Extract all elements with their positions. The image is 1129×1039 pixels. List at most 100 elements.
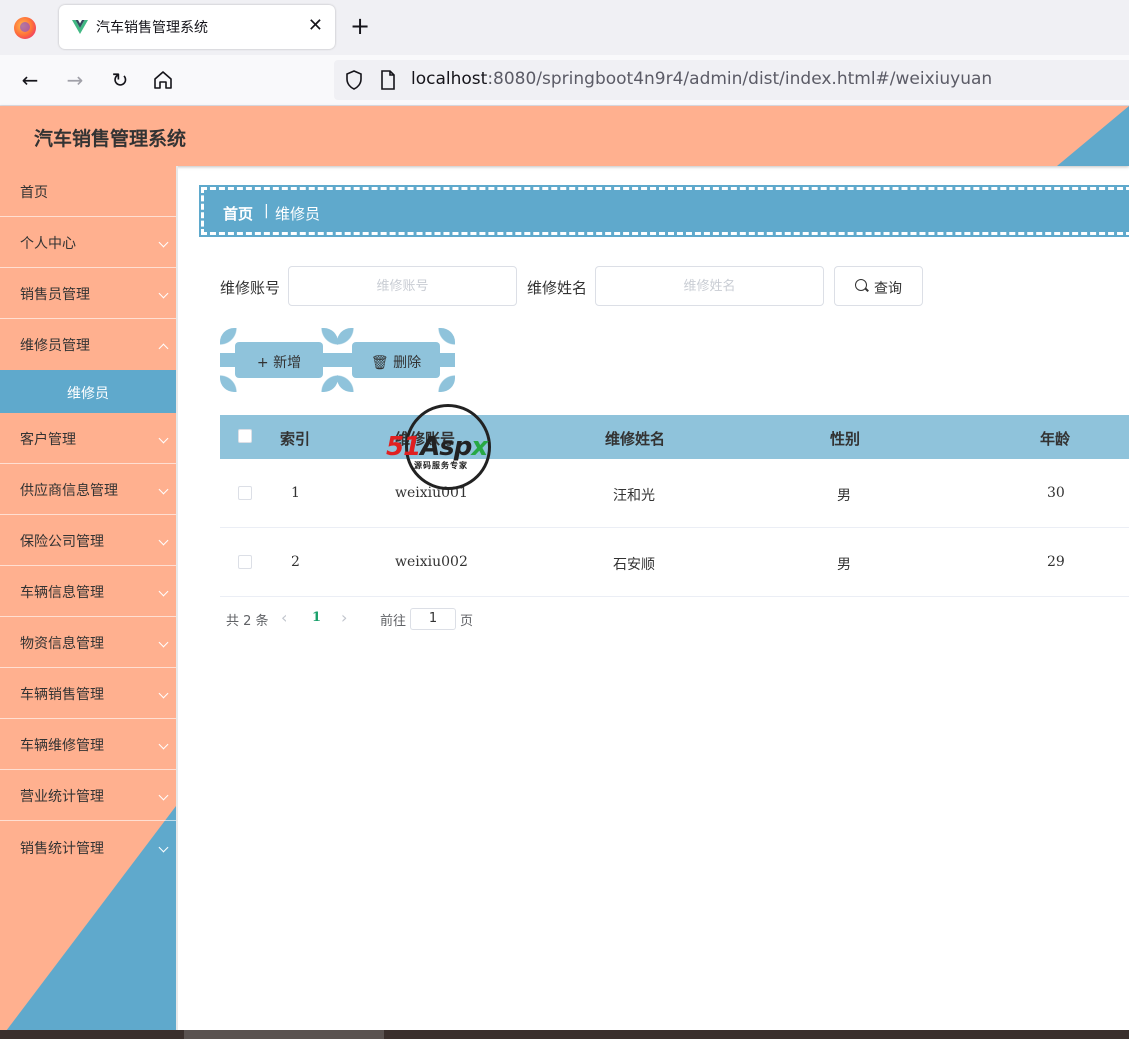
app-header: 汽车销售管理系统 (0, 106, 1129, 166)
prev-page-icon[interactable]: ‹ (281, 608, 287, 627)
sidebar-item-personal-center[interactable]: 个人中心 (0, 217, 176, 268)
url-path: :8080/springboot4n9r4/admin/dist/index.h… (487, 69, 993, 89)
tab-title: 汽车销售管理系统 (96, 20, 208, 36)
column-header-name: 维修姓名 (605, 430, 666, 448)
taskbar-strip (0, 1030, 1129, 1039)
sidebar-item-label: 车辆维修管理 (20, 738, 104, 754)
breadcrumb-separator: | (264, 203, 269, 219)
firefox-icon[interactable] (14, 17, 36, 39)
name-label: 维修姓名 (527, 279, 588, 297)
delete-button[interactable]: 🗑 删除 (337, 328, 455, 392)
search-icon (855, 279, 867, 291)
cell-gender: 男 (837, 557, 851, 573)
goto-page-input[interactable]: 1 (410, 608, 456, 630)
taskbar-segment (184, 1030, 384, 1039)
breadcrumb-current: 维修员 (275, 205, 321, 223)
back-arrow-icon[interactable]: ← (18, 68, 42, 92)
column-header-index: 索引 (280, 430, 311, 448)
table-row[interactable]: 1 weixiu001 汪和光 男 30 (220, 459, 1129, 528)
column-header-age: 年龄 (1040, 430, 1071, 448)
delete-label-text: 删除 (393, 355, 422, 371)
chevron-down-icon (158, 237, 169, 248)
shield-icon[interactable] (345, 70, 363, 90)
row-checkbox[interactable] (238, 486, 252, 500)
sidebar-item-label: 营业统计管理 (20, 789, 104, 805)
home-icon[interactable] (152, 69, 174, 91)
chevron-down-icon (158, 842, 169, 853)
account-input[interactable] (288, 266, 517, 306)
sidebar-item-supplier[interactable]: 供应商信息管理 (0, 464, 176, 515)
watermark-logo: 51Aspx (386, 432, 488, 462)
chevron-down-icon (158, 484, 169, 495)
new-tab-button[interactable]: + (350, 14, 370, 38)
delete-button-label: 🗑 删除 (337, 352, 455, 372)
sidebar-item-label: 物资信息管理 (20, 636, 104, 652)
sidebar-item-salesperson[interactable]: 销售员管理 (0, 268, 176, 319)
chevron-down-icon (158, 586, 169, 597)
sidebar-item-vehicle-repair[interactable]: 车辆维修管理 (0, 719, 176, 770)
sidebar-item-sales-stats[interactable]: 销售统计管理 (0, 822, 176, 873)
cell-gender: 男 (837, 488, 851, 504)
sidebar-item-customer[interactable]: 客户管理 (0, 413, 176, 464)
chevron-down-icon (158, 535, 169, 546)
watermark-tagline: 源码服务专家 (414, 461, 468, 470)
trash-icon: 🗑 (370, 355, 389, 371)
page-number-current[interactable]: 1 (312, 610, 321, 625)
row-checkbox[interactable] (238, 555, 252, 569)
table-header: 索引 维修账号 维修姓名 性别 年龄 (220, 415, 1129, 459)
account-label: 维修账号 (220, 279, 281, 297)
cell-age: 30 (1047, 485, 1065, 501)
url-text[interactable]: localhost:8080/springboot4n9r4/admin/dis… (411, 69, 992, 89)
browser-tab[interactable]: 汽车销售管理系统 ✕ (59, 5, 335, 49)
column-header-gender: 性别 (830, 430, 861, 448)
forward-arrow-icon[interactable]: → (63, 68, 87, 92)
sidebar-item-label: 维修员管理 (20, 338, 90, 354)
cell-name: 汪和光 (613, 488, 655, 504)
sidebar-item-label: 销售统计管理 (20, 841, 104, 857)
cell-age: 29 (1047, 554, 1065, 570)
sidebar-item-label: 供应商信息管理 (20, 483, 118, 499)
vue-favicon-icon (72, 20, 88, 34)
sidebar-item-materials[interactable]: 物资信息管理 (0, 617, 176, 668)
page-icon[interactable] (380, 70, 396, 90)
table-row[interactable]: 2 weixiu002 石安顺 男 29 (220, 528, 1129, 597)
browser-nav-bar: ← → ↻ localhost:8080/springboot4n9r4/adm… (0, 55, 1129, 106)
reload-icon[interactable]: ↻ (108, 68, 132, 92)
sidebar: 首页 个人中心 销售员管理 维修员管理 维修员 客户管理 供应商信息管理 保险公… (0, 166, 176, 1039)
query-button[interactable]: 查询 (834, 266, 923, 306)
cell-index: 2 (291, 554, 300, 570)
sidebar-item-vehicle-info[interactable]: 车辆信息管理 (0, 566, 176, 617)
sidebar-item-insurance[interactable]: 保险公司管理 (0, 515, 176, 566)
chevron-down-icon (158, 433, 169, 444)
tab-close-icon[interactable]: ✕ (308, 15, 323, 36)
sidebar-item-repairman[interactable]: 维修员管理 (0, 319, 176, 370)
pagination-total: 共 2 条 (226, 614, 269, 629)
sidebar-item-label: 车辆销售管理 (20, 687, 104, 703)
sidebar-item-label: 销售员管理 (20, 287, 90, 303)
breadcrumb-home[interactable]: 首页 (223, 203, 253, 224)
name-input[interactable] (595, 266, 824, 306)
sidebar-item-label: 首页 (20, 185, 48, 201)
goto-unit-label: 页 (460, 614, 474, 629)
chevron-down-icon (158, 288, 169, 299)
sidebar-item-business-stats[interactable]: 营业统计管理 (0, 770, 176, 821)
query-button-label: 查询 (874, 281, 902, 297)
url-bar[interactable]: localhost:8080/springboot4n9r4/admin/dis… (334, 60, 1129, 100)
chevron-down-icon (158, 790, 169, 801)
select-all-checkbox[interactable] (238, 429, 252, 443)
cell-account: weixiu002 (395, 554, 468, 570)
sidebar-item-label: 车辆信息管理 (20, 585, 104, 601)
sidebar-item-label: 客户管理 (20, 432, 76, 448)
sidebar-subitem-repairman[interactable]: 维修员 (0, 370, 176, 413)
next-page-icon[interactable]: › (341, 608, 347, 627)
sidebar-item-label: 个人中心 (20, 236, 76, 252)
header-corner-decoration (1057, 106, 1129, 166)
sidebar-item-vehicle-sales[interactable]: 车辆销售管理 (0, 668, 176, 719)
add-button[interactable]: + 新增 (220, 328, 338, 392)
sidebar-item-home[interactable]: 首页 (0, 166, 176, 217)
cell-name: 石安顺 (613, 557, 655, 573)
chevron-down-icon (158, 637, 169, 648)
breadcrumb: 首页 | 维修员 (199, 185, 1129, 237)
app-title: 汽车销售管理系统 (34, 128, 187, 150)
cell-index: 1 (291, 485, 300, 501)
